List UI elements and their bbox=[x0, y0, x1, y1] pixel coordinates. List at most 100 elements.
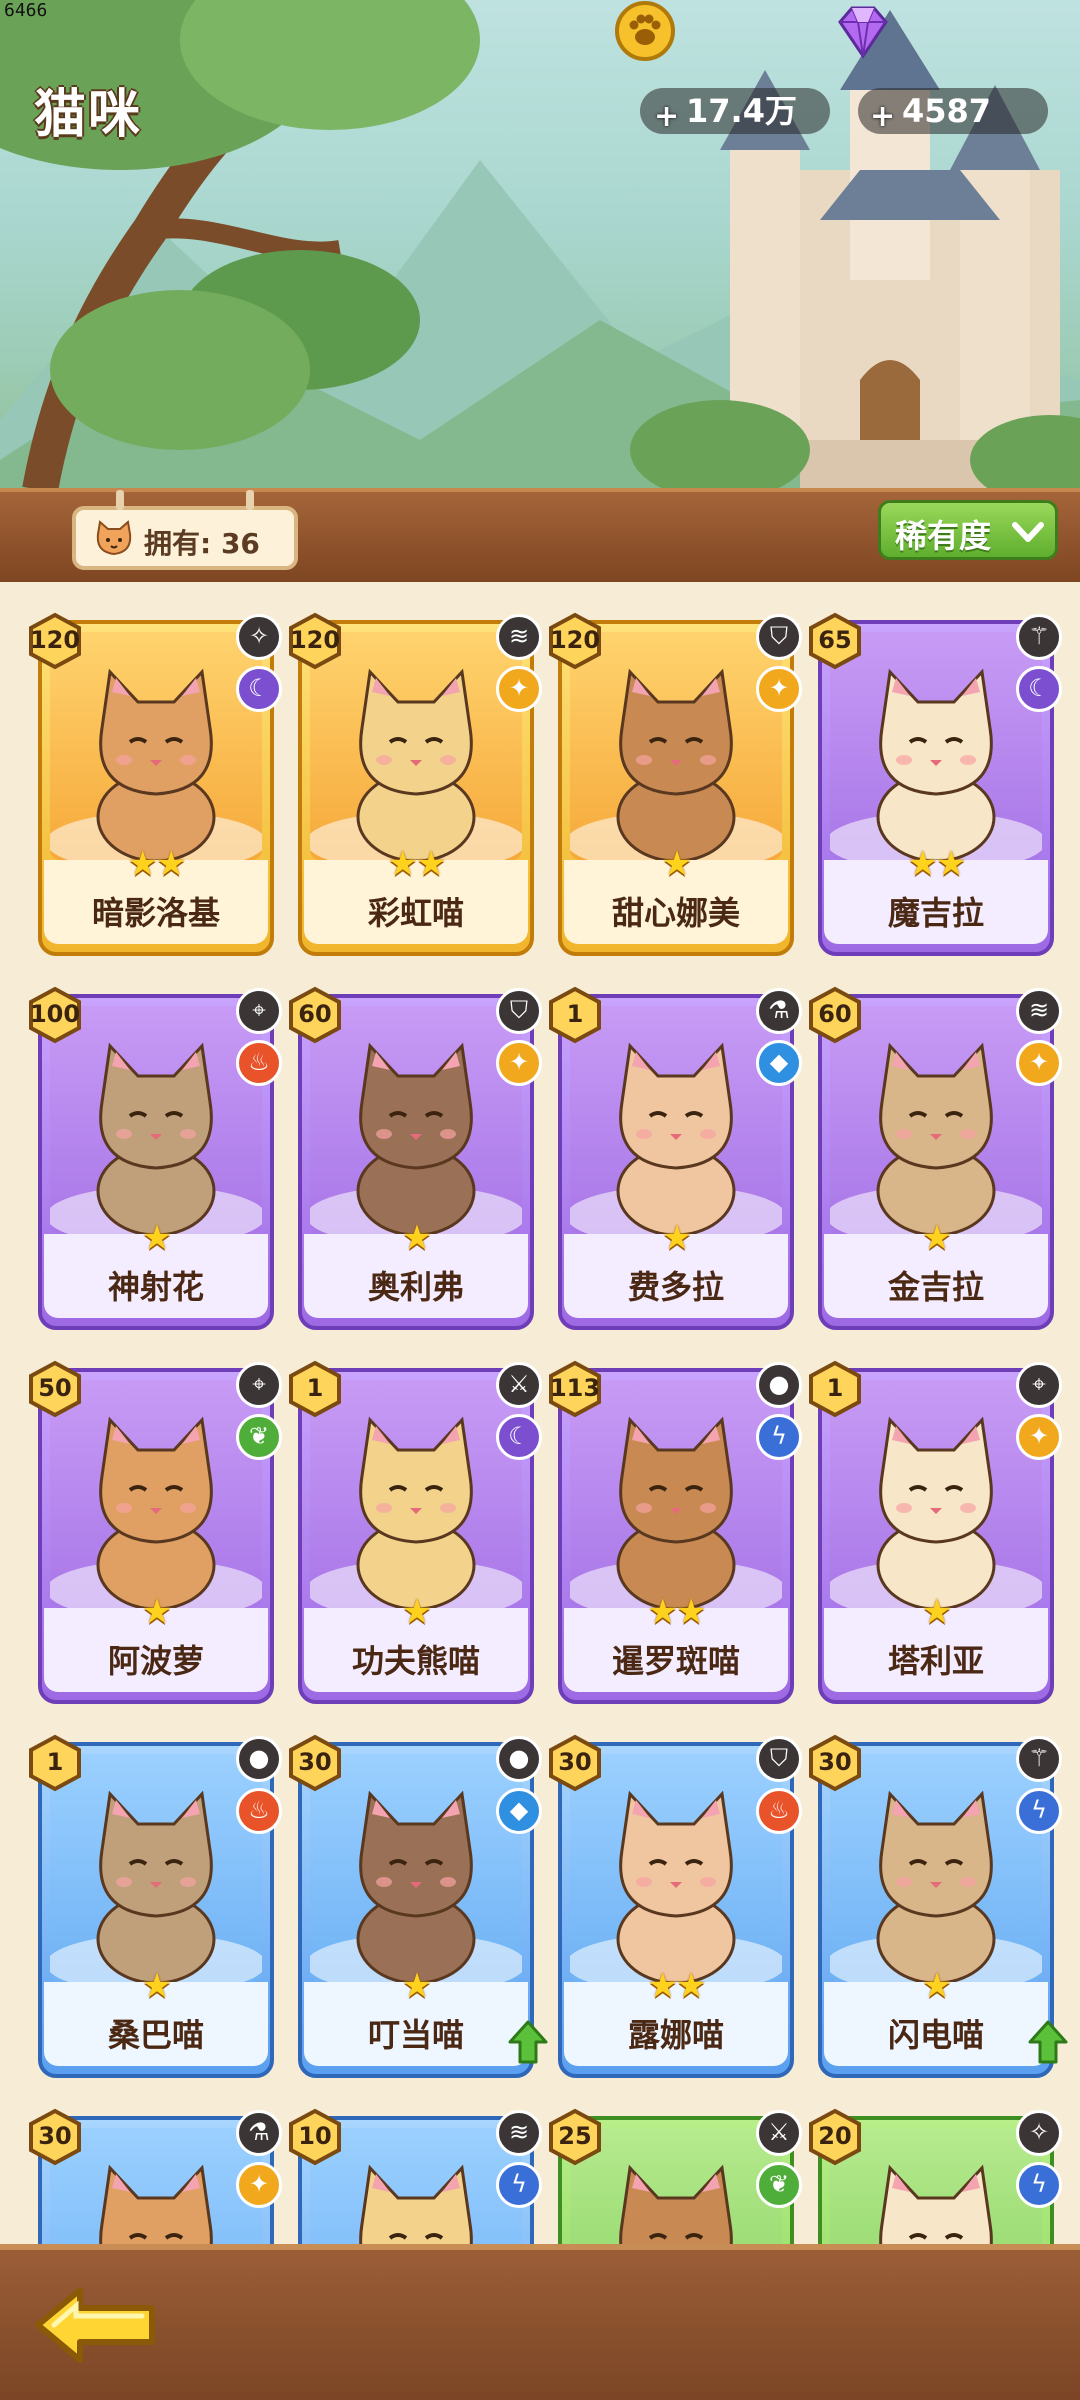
level-badge: 60 bbox=[806, 986, 864, 1044]
level-badge: 120 bbox=[546, 612, 604, 670]
level-badge: 30 bbox=[26, 2108, 84, 2166]
cat-card[interactable]: ★ 塔利亚 1 ⌖ ✦ bbox=[809, 1360, 1062, 1704]
cat-card[interactable]: ★ 金吉拉 60 ≋ ✦ bbox=[809, 986, 1062, 1330]
star-rating: ★ bbox=[921, 1966, 952, 2006]
lightning-icon: ϟ bbox=[1016, 1788, 1062, 1834]
level-badge: 60 bbox=[286, 986, 344, 1044]
level-badge: 10 bbox=[286, 2108, 344, 2166]
water-icon: ◆ bbox=[756, 1040, 802, 1086]
cat-card[interactable]: ★ 桑巴喵 1 ● ♨ bbox=[29, 1734, 282, 2078]
level-badge: 30 bbox=[806, 1734, 864, 1792]
level-badge: 30 bbox=[286, 1734, 344, 1792]
header-scene: 6466 猫咪 17.4万 + 4587 + bbox=[0, 0, 1080, 490]
cat-name: 费多拉 bbox=[627, 1268, 724, 1306]
cat-card[interactable]: ★ 功夫熊喵 1 ⚔ ☾ bbox=[289, 1360, 542, 1704]
fire-icon: ♨ bbox=[236, 1040, 282, 1086]
wave-icon: ≋ bbox=[496, 614, 542, 660]
water-icon: ◆ bbox=[496, 1788, 542, 1834]
cat-card[interactable]: 30 ⚗ ✦ bbox=[29, 2108, 282, 2244]
cat-name: 露娜喵 bbox=[627, 2016, 724, 2054]
level-badge: 113 bbox=[546, 1360, 604, 1418]
sort-by-rarity-dropdown[interactable]: 稀有度 bbox=[878, 500, 1058, 560]
bomb-icon: ● bbox=[756, 1362, 802, 1408]
cat-name: 桑巴喵 bbox=[107, 2016, 204, 2054]
cat-card[interactable]: ★ 神射花 100 ⌖ ♨ bbox=[29, 986, 282, 1330]
level-badge: 30 bbox=[546, 1734, 604, 1792]
owned-count: 拥有: 36 bbox=[144, 527, 260, 560]
sign-hook bbox=[116, 490, 124, 510]
cat-card[interactable]: ★★ 暹罗斑喵 113 ● ϟ bbox=[549, 1360, 802, 1704]
shield-icon: ⛉ bbox=[496, 988, 542, 1034]
star-rating: ★ bbox=[141, 1592, 172, 1632]
level-badge: 1 bbox=[26, 1734, 84, 1792]
level-badge: 25 bbox=[546, 2108, 604, 2166]
star-rating: ★ bbox=[401, 1218, 432, 1258]
shield-icon: ⛉ bbox=[756, 1736, 802, 1782]
level-value: 1 bbox=[46, 1748, 64, 1776]
sword-icon: ⚔ bbox=[756, 2110, 802, 2156]
purple-gem-icon bbox=[838, 6, 888, 59]
star-icon: ✦ bbox=[496, 666, 542, 712]
add-gems-button[interactable]: + bbox=[870, 102, 895, 132]
star-icon: ✦ bbox=[1016, 1414, 1062, 1460]
star-rating: ★ bbox=[141, 1218, 172, 1258]
level-value: 60 bbox=[298, 1000, 332, 1028]
cat-name: 功夫熊喵 bbox=[351, 1642, 480, 1680]
level-value: 50 bbox=[38, 1374, 72, 1402]
cat-name: 阿波萝 bbox=[107, 1642, 204, 1680]
owned-count-sign: 拥有: 36 bbox=[72, 490, 298, 570]
star-icon: ✦ bbox=[756, 666, 802, 712]
back-arrow-icon[interactable] bbox=[32, 2282, 162, 2368]
cat-card[interactable]: 20 ✧ ϟ bbox=[809, 2108, 1062, 2244]
level-value: 30 bbox=[818, 1748, 852, 1776]
cat-card[interactable]: ★ 奥利弗 60 ⛉ ✦ bbox=[289, 986, 542, 1330]
paw-coin-icon bbox=[615, 1, 675, 61]
star-rating: ★ bbox=[401, 1966, 432, 2006]
cat-card[interactable]: ★ 叮当喵 30 ● ◆ bbox=[289, 1734, 548, 2078]
level-value: 113 bbox=[549, 1374, 601, 1402]
star-icon: ✦ bbox=[496, 1040, 542, 1086]
level-badge: 120 bbox=[26, 612, 84, 670]
level-value: 10 bbox=[298, 2122, 332, 2150]
star-rating: ★★ bbox=[907, 844, 967, 884]
cat-card[interactable]: ★★ 魔吉拉 65 ⚚ ☾ bbox=[809, 612, 1062, 956]
moon-icon: ☾ bbox=[496, 1414, 542, 1460]
level-badge: 1 bbox=[546, 986, 604, 1044]
cat-name: 奥利弗 bbox=[367, 1268, 464, 1306]
spark-icon: ✧ bbox=[1016, 2110, 1062, 2156]
cat-card[interactable]: ★ 甜心娜美 120 ⛉ ✦ bbox=[549, 612, 802, 956]
star-icon: ✦ bbox=[1016, 1040, 1062, 1086]
cat-name: 暹罗斑喵 bbox=[611, 1642, 740, 1680]
cat-card[interactable]: ★ 阿波萝 50 ⌖ ❦ bbox=[29, 1360, 282, 1704]
crosshair-icon: ⌖ bbox=[1016, 1362, 1062, 1408]
star-rating: ★★ bbox=[387, 844, 447, 884]
cat-card[interactable]: 25 ⚔ ❦ bbox=[549, 2108, 802, 2244]
upgrade-arrow-icon bbox=[508, 2020, 548, 2064]
cat-name: 叮当喵 bbox=[367, 2016, 464, 2054]
cat-card[interactable]: 10 ≋ ϟ bbox=[289, 2108, 542, 2244]
cat-card[interactable]: ★ 费多拉 1 ⚗ ◆ bbox=[549, 986, 802, 1330]
wand-icon: ⚚ bbox=[1016, 614, 1062, 660]
star-rating: ★ bbox=[921, 1592, 952, 1632]
wave-icon: ≋ bbox=[1016, 988, 1062, 1034]
cat-card[interactable]: ★★ 彩虹喵 120 ≋ ✦ bbox=[289, 612, 542, 956]
cat-card[interactable]: ★ 闪电喵 30 ⚚ ϟ bbox=[809, 1734, 1068, 2078]
cat-card[interactable]: ★★ 露娜喵 30 ⛉ ♨ bbox=[549, 1734, 802, 2078]
cat-name: 金吉拉 bbox=[887, 1268, 984, 1306]
wand-icon: ⚚ bbox=[1016, 1736, 1062, 1782]
level-badge: 100 bbox=[26, 986, 84, 1044]
level-badge: 1 bbox=[806, 1360, 864, 1418]
wave-icon: ≋ bbox=[496, 2110, 542, 2156]
level-badge: 50 bbox=[26, 1360, 84, 1418]
level-value: 20 bbox=[818, 2122, 852, 2150]
fire-icon: ♨ bbox=[236, 1788, 282, 1834]
level-value: 25 bbox=[558, 2122, 592, 2150]
cat-name: 神射花 bbox=[107, 1268, 204, 1306]
add-coins-button[interactable]: + bbox=[654, 102, 679, 132]
cat-name: 暗影洛基 bbox=[91, 894, 220, 932]
cat-card[interactable]: ★★ 暗影洛基 120 ✧ ☾ bbox=[29, 612, 282, 956]
cat-face-icon bbox=[96, 520, 132, 556]
cat-name: 彩虹喵 bbox=[367, 894, 464, 932]
sign-hook bbox=[246, 490, 254, 510]
level-badge: 20 bbox=[806, 2108, 864, 2166]
